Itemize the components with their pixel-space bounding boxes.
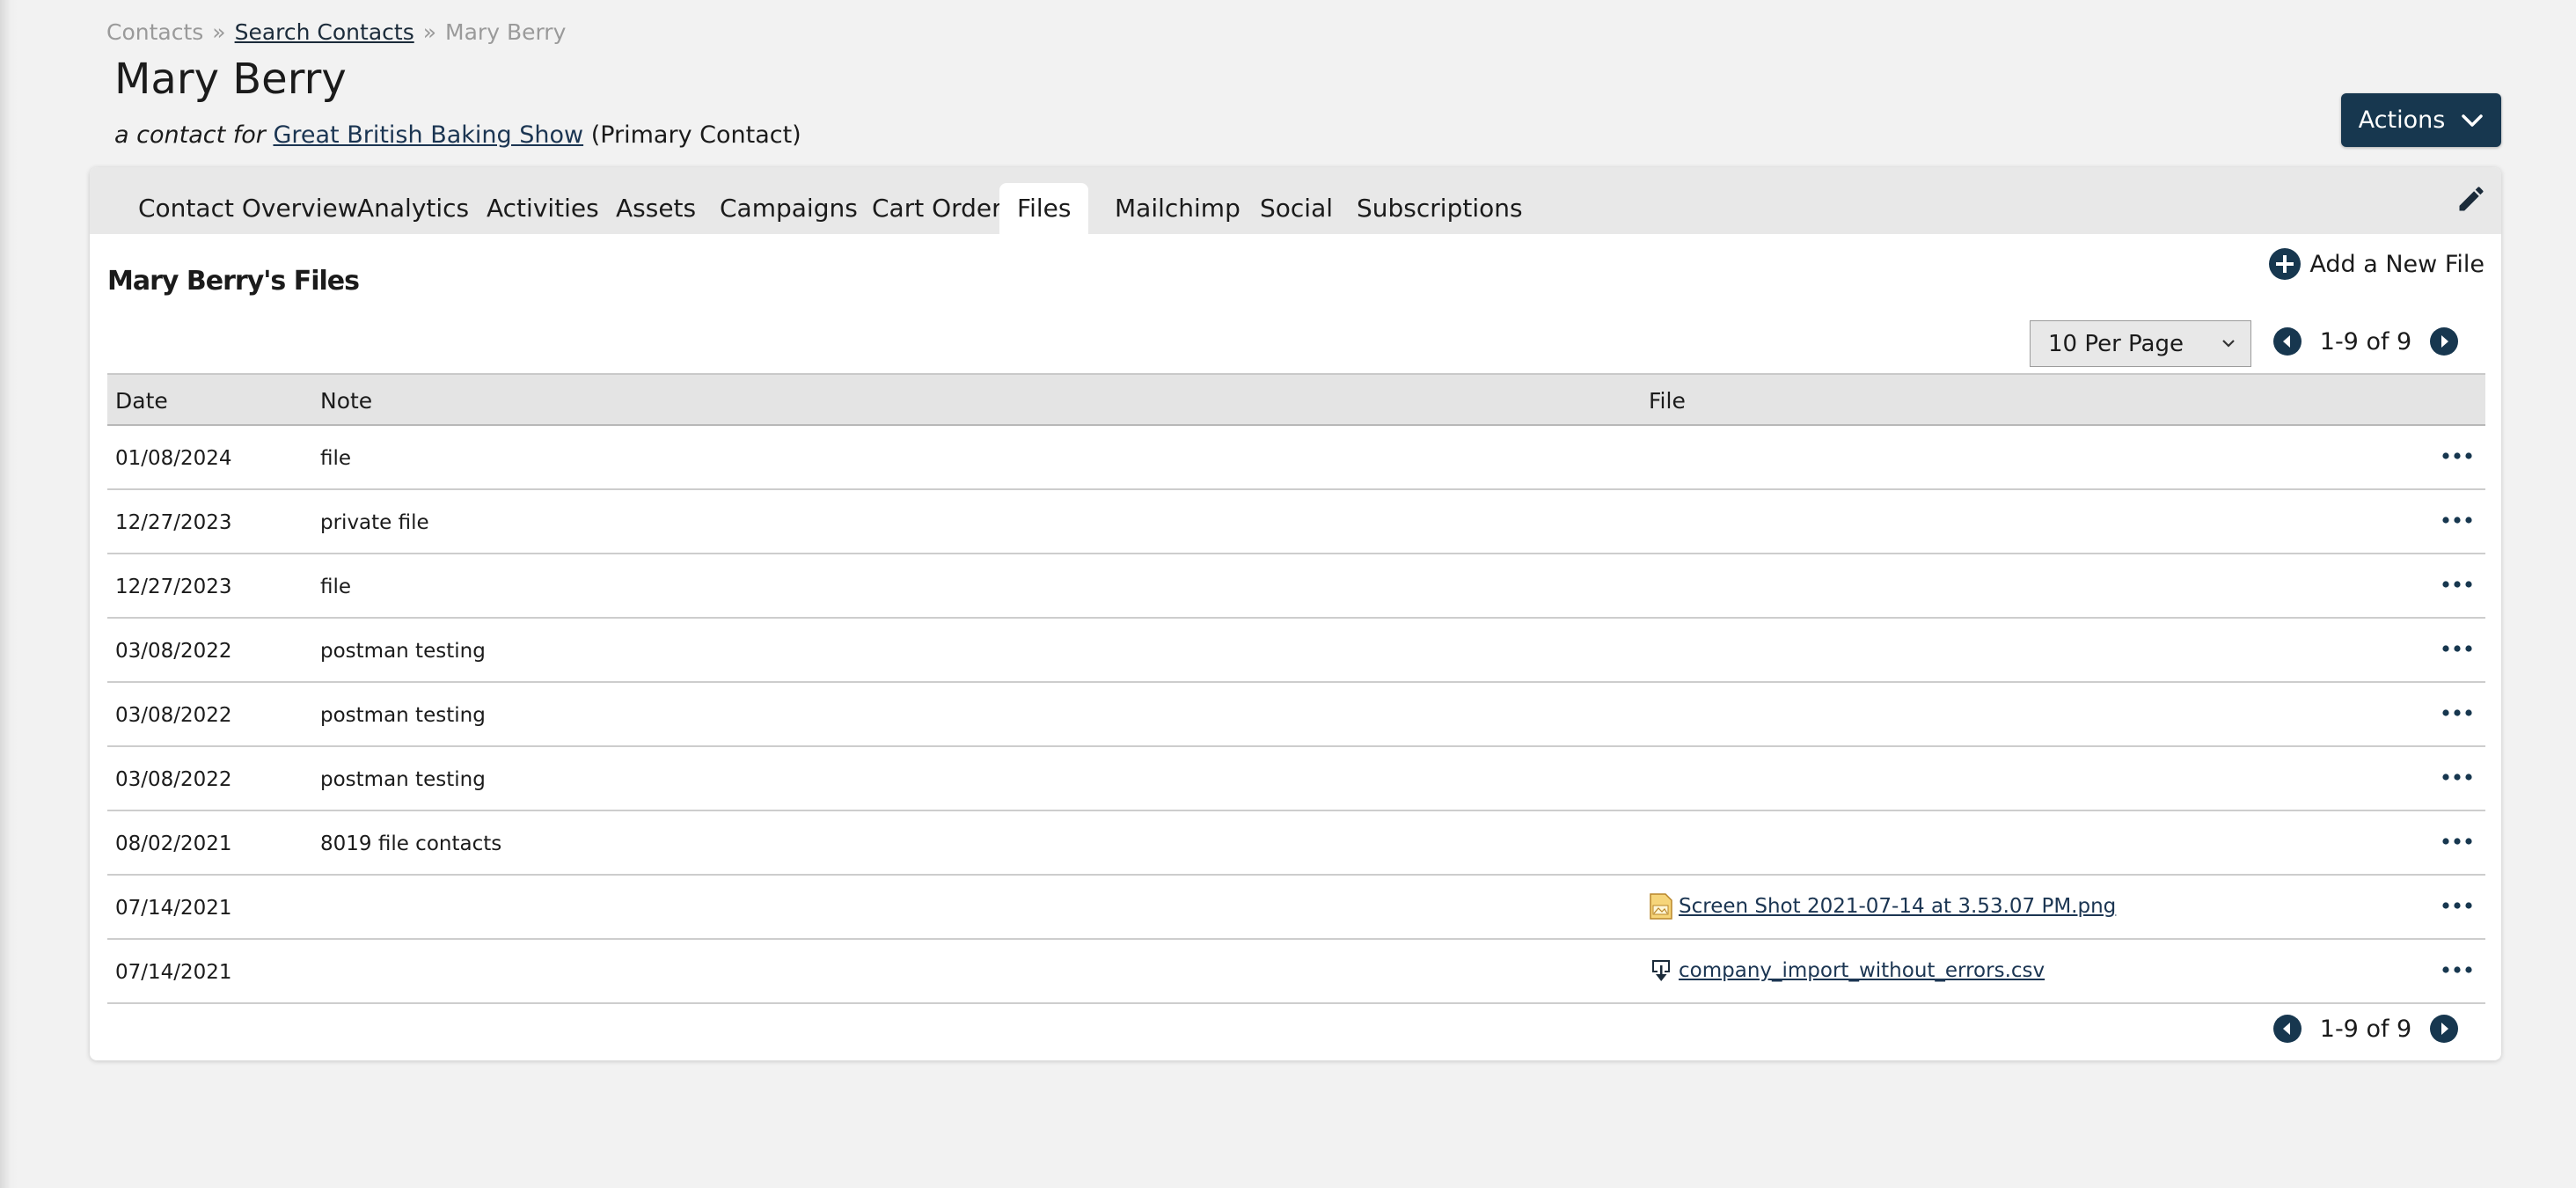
files-table: Date Note File 01/08/2024 file 12/27/202… <box>107 373 2485 1004</box>
chevron-down-icon <box>2222 340 2235 348</box>
table-row: 07/14/2021 company_import_without_errors… <box>107 940 2485 1004</box>
more-options-icon[interactable] <box>2441 961 2473 979</box>
plus-circle-icon <box>2269 248 2302 280</box>
tab-files[interactable]: Files <box>999 183 1089 234</box>
contact-subtitle: a contact for Great British Baking Show … <box>114 121 801 149</box>
row-date: 12/27/2023 <box>115 576 232 598</box>
row-date: 07/14/2021 <box>115 897 232 920</box>
next-page-icon[interactable] <box>2430 1015 2458 1043</box>
breadcrumb: Contacts » Search Contacts » Mary Berry <box>106 19 566 45</box>
row-note: postman testing <box>320 704 486 727</box>
next-page-icon[interactable] <box>2430 327 2458 356</box>
row-note: postman testing <box>320 640 486 663</box>
previous-page-icon[interactable] <box>2273 1015 2302 1043</box>
pagination-bottom: 1-9 of 9 <box>2273 1015 2458 1043</box>
per-page-select[interactable]: 10 Per Page <box>2030 320 2251 367</box>
tab-subscriptions[interactable]: Subscriptions <box>1339 183 1540 234</box>
tab-activities[interactable]: Activities <box>469 183 617 234</box>
column-header-note[interactable]: Note <box>320 388 372 414</box>
pencil-icon[interactable] <box>2455 183 2487 215</box>
row-date: 08/02/2021 <box>115 832 232 855</box>
row-note: private file <box>320 511 429 534</box>
breadcrumb-separator: » <box>422 19 437 45</box>
breadcrumb-separator: » <box>212 19 226 45</box>
image-file-icon <box>1650 893 1672 920</box>
add-new-file-label: Add a New File <box>2309 250 2485 278</box>
row-date: 03/08/2022 <box>115 640 232 663</box>
actions-button[interactable]: Actions <box>2341 93 2501 147</box>
tab-bar: Contact Overview Analytics Activities As… <box>90 167 2501 234</box>
row-note: file <box>320 576 352 598</box>
actions-button-label: Actions <box>2358 106 2446 134</box>
pagination-count: 1-9 of 9 <box>2319 327 2412 356</box>
more-options-icon[interactable] <box>2441 897 2473 914</box>
pagination-count: 1-9 of 9 <box>2319 1015 2412 1043</box>
table-row: 08/02/2021 8019 file contacts <box>107 811 2485 876</box>
table-header: Date Note File <box>107 373 2485 426</box>
row-note: 8019 file contacts <box>320 832 502 855</box>
row-file: Screen Shot 2021-07-14 at 3.53.07 PM.png <box>1649 893 2116 920</box>
tab-contact-overview[interactable]: Contact Overview <box>121 183 376 234</box>
more-options-icon[interactable] <box>2441 447 2473 465</box>
breadcrumb-search-contacts-link[interactable]: Search Contacts <box>235 19 414 45</box>
more-options-icon[interactable] <box>2441 511 2473 529</box>
more-options-icon[interactable] <box>2441 576 2473 593</box>
tab-mailchimp[interactable]: Mailchimp <box>1097 183 1258 234</box>
tab-social[interactable]: Social <box>1242 183 1350 234</box>
per-page-value: 10 Per Page <box>2048 330 2184 357</box>
download-file-icon <box>1652 960 1670 981</box>
contact-role: (Primary Contact) <box>590 121 801 149</box>
table-row: 01/08/2024 file <box>107 426 2485 490</box>
table-row: 03/08/2022 postman testing <box>107 619 2485 683</box>
row-date: 03/08/2022 <box>115 704 232 727</box>
table-row: 12/27/2023 private file <box>107 490 2485 554</box>
row-date: 12/27/2023 <box>115 511 232 534</box>
subtitle-prefix: a contact for <box>114 121 266 149</box>
column-header-file[interactable]: File <box>1649 388 1686 414</box>
file-download-link[interactable]: company_import_without_errors.csv <box>1679 959 2045 982</box>
add-new-file-button[interactable]: Add a New File <box>2269 248 2485 280</box>
column-header-date[interactable]: Date <box>115 388 168 414</box>
more-options-icon[interactable] <box>2441 768 2473 786</box>
table-row: 07/14/2021 Screen Shot 2021-07-14 at 3.5… <box>107 876 2485 940</box>
row-note: file <box>320 447 352 470</box>
table-row: 03/08/2022 postman testing <box>107 683 2485 747</box>
files-card: Contact Overview Analytics Activities As… <box>90 167 2501 1060</box>
company-link[interactable]: Great British Baking Show <box>273 121 583 149</box>
row-note: postman testing <box>320 768 486 791</box>
page-title: Mary Berry <box>114 55 347 104</box>
tab-assets[interactable]: Assets <box>598 183 714 234</box>
table-row: 03/08/2022 postman testing <box>107 747 2485 811</box>
tab-analytics[interactable]: Analytics <box>340 183 487 234</box>
row-date: 01/08/2024 <box>115 447 232 470</box>
pagination-top: 1-9 of 9 <box>2273 327 2458 356</box>
page: Contacts » Search Contacts » Mary Berry Mary… <box>0 0 2576 1188</box>
table-row: 12/27/2023 file <box>107 554 2485 619</box>
row-date: 07/14/2021 <box>115 961 232 984</box>
previous-page-icon[interactable] <box>2273 327 2302 356</box>
row-file: company_import_without_errors.csv <box>1649 957 2045 984</box>
more-options-icon[interactable] <box>2441 640 2473 657</box>
breadcrumb-current: Mary Berry <box>445 19 567 45</box>
row-date: 03/08/2022 <box>115 768 232 791</box>
more-options-icon[interactable] <box>2441 704 2473 722</box>
files-section-title: Mary Berry's Files <box>107 266 360 297</box>
breadcrumb-root[interactable]: Contacts <box>106 19 203 45</box>
more-options-icon[interactable] <box>2441 832 2473 850</box>
chevron-down-icon <box>2462 114 2484 127</box>
file-download-link[interactable]: Screen Shot 2021-07-14 at 3.53.07 PM.png <box>1679 895 2116 918</box>
tab-campaigns[interactable]: Campaigns <box>702 183 875 234</box>
